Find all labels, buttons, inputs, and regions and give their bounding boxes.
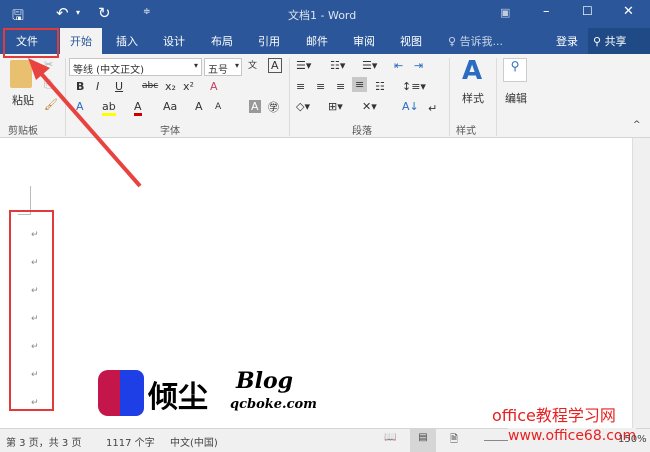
watermark-site: qcboke.com <box>230 397 317 412</box>
watermark-office-url: www.office68.com <box>508 428 637 444</box>
watermark-brand: 倾尘 <box>148 380 208 415</box>
page-count[interactable]: 第 3 页，共 3 页 <box>6 434 81 449</box>
word-count[interactable]: 1117 个字 <box>106 434 155 449</box>
qc-logo <box>98 370 144 416</box>
watermark-blog: Blog <box>236 368 294 394</box>
language-indicator[interactable]: 中文(中国) <box>170 434 218 449</box>
print-layout-icon[interactable]: ▤ <box>410 429 436 452</box>
status-bar: 第 3 页，共 3 页 1117 个字 中文(中国) 📖 ▤ 🗎 www.off… <box>0 428 650 452</box>
zoom-level[interactable]: 150% <box>618 434 647 445</box>
read-mode-icon[interactable]: 📖 <box>384 432 396 443</box>
watermark-office-text: office教程学习网 <box>492 406 616 425</box>
web-layout-icon[interactable]: 🗎 <box>450 432 458 449</box>
